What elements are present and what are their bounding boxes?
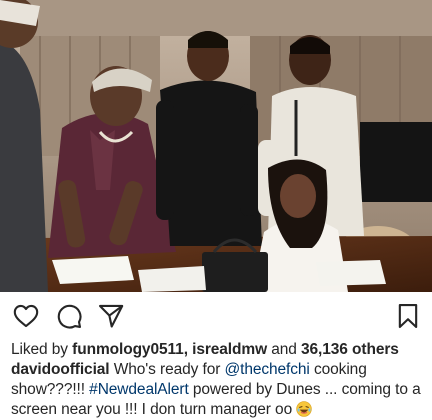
likes-prefix: Liked by — [11, 341, 73, 358]
bookmark-icon[interactable] — [394, 302, 422, 330]
liker-username-2[interactable]: isrealdmw — [192, 341, 267, 358]
share-icon[interactable] — [97, 302, 125, 330]
likes-and: and — [267, 341, 302, 358]
caption-text-1: Who's ready for — [109, 361, 225, 378]
instagram-post: Liked by funmology0511, isrealdmw and 36… — [0, 0, 432, 420]
post-photo[interactable] — [0, 0, 432, 292]
caption-username[interactable]: davidoofficial — [11, 361, 110, 378]
liker-username-1[interactable]: funmology0511 — [72, 341, 184, 358]
comment-icon[interactable] — [55, 302, 83, 330]
likes-separator: , — [183, 341, 193, 358]
likes-count-link[interactable]: 36,136 others — [301, 341, 399, 358]
action-bar — [0, 293, 432, 337]
caption-hashtag[interactable]: #NewdealAlert — [89, 381, 189, 398]
likes-summary: Liked by funmology0511, isrealdmw and 36… — [11, 340, 399, 360]
heart-icon[interactable] — [12, 302, 40, 330]
post-caption: davidoofficial Who's ready for @thechefc… — [11, 360, 425, 420]
laughing-emoji-icon — [296, 401, 313, 417]
caption-mention[interactable]: @thechefchi — [224, 361, 309, 378]
